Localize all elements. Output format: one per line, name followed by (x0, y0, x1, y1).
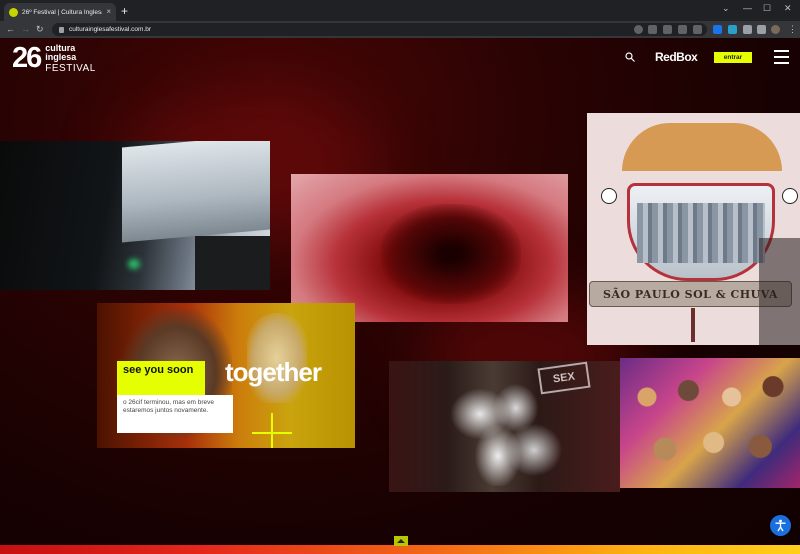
browser-toolbar: ← → ↻ culturainglesafestival.com.br ⋮ (0, 21, 800, 38)
browser-tab[interactable]: 26º Festival | Cultura Inglesa × (4, 3, 116, 21)
address-bar[interactable]: culturainglesafestival.com.br (52, 23, 707, 36)
login-button[interactable]: entrar (714, 52, 752, 63)
browser-tab-bar: 26º Festival | Cultura Inglesa × + ⌄ — ☐… (0, 0, 800, 21)
logo-line: FESTIVAL (45, 62, 96, 74)
favicon-icon (9, 7, 18, 17)
logo-text: cultura inglesa FESTIVAL (45, 43, 96, 74)
maximize-icon[interactable]: ☐ (763, 3, 771, 14)
key-icon[interactable] (648, 25, 657, 34)
umbrella-handle (691, 308, 695, 342)
gallery-card[interactable]: SÃO PAULO SOL & CHUVA (587, 113, 800, 345)
tab-title: 26º Festival | Cultura Inglesa (22, 8, 103, 16)
search-icon[interactable] (625, 52, 635, 62)
url-text: culturainglesafestival.com.br (69, 26, 152, 33)
ball-shape (601, 188, 617, 204)
bottom-gradient-strip (0, 545, 800, 554)
minimize-icon[interactable]: — (743, 3, 752, 13)
festival-logo[interactable]: 26 cultura inglesa FESTIVAL (12, 43, 96, 73)
avatar[interactable] (771, 25, 780, 34)
image-shape (122, 141, 270, 243)
promo-card[interactable]: see you soon together o 26cif terminou, … (97, 303, 355, 448)
umbrella-shape (622, 123, 782, 171)
sidebar-icon[interactable] (757, 25, 766, 34)
lock-icon (59, 26, 64, 33)
city-shape (637, 203, 765, 263)
puzzle-icon[interactable] (743, 25, 752, 34)
together-heading: together (225, 357, 322, 387)
google-icon[interactable] (634, 25, 643, 34)
image-shape (195, 236, 270, 290)
browser-menu-icon[interactable]: ⋮ (788, 23, 797, 35)
chevron-up-icon[interactable] (394, 536, 408, 546)
reload-icon[interactable]: ↻ (36, 23, 44, 35)
image-shape (381, 204, 521, 304)
tab-close-icon[interactable]: × (106, 8, 111, 16)
share-icon[interactable] (678, 25, 687, 34)
install-icon[interactable] (663, 25, 672, 34)
accessibility-icon[interactable] (770, 515, 791, 536)
menu-icon[interactable] (774, 50, 789, 64)
forward-icon[interactable]: → (21, 23, 30, 35)
extension-icon[interactable] (713, 25, 722, 34)
extension-icon[interactable] (728, 25, 737, 34)
logo-number: 26 (12, 42, 42, 74)
image-shape (759, 238, 800, 345)
promo-message: o 26cif terminou, mas em breve estaremos… (117, 395, 233, 433)
close-window-icon[interactable]: ✕ (784, 3, 792, 14)
logo-line: inglesa (45, 51, 77, 62)
new-tab-button[interactable]: + (121, 4, 128, 18)
tab-search-icon[interactable]: ⌄ (722, 3, 730, 14)
photo-sign: SEX (537, 361, 591, 395)
gallery-card[interactable]: SEX (389, 361, 620, 492)
see-you-soon-label: see you soon (117, 361, 205, 395)
gallery-card[interactable] (291, 174, 568, 322)
plus-icon (271, 413, 273, 448)
gallery-card[interactable] (620, 358, 800, 488)
ball-shape (782, 188, 798, 204)
bookmark-star-icon[interactable] (693, 25, 702, 34)
back-icon[interactable]: ← (6, 23, 15, 35)
gallery-card[interactable] (0, 141, 270, 290)
redbox-link[interactable]: RedBox (655, 50, 698, 64)
page: 26 cultura inglesa FESTIVAL RedBox entra… (0, 38, 800, 554)
image-shape (128, 259, 140, 269)
